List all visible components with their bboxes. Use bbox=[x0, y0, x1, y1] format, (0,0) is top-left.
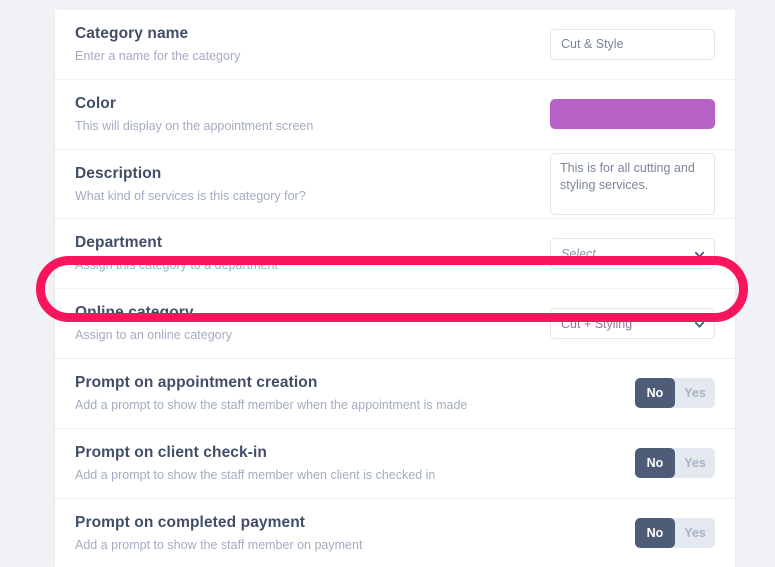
row-online-category-control: Cut + Styling bbox=[550, 308, 715, 340]
category-name-input[interactable] bbox=[550, 28, 715, 60]
row-title: Category name bbox=[75, 25, 189, 42]
row-category-name-control bbox=[550, 28, 715, 60]
row-prompt-client-checkin: Prompt on client check-in Add a prompt t… bbox=[55, 428, 735, 499]
row-subtitle: What kind of services is this category f… bbox=[75, 188, 306, 203]
toggle-option-yes[interactable]: Yes bbox=[675, 378, 715, 409]
row-color-control bbox=[550, 99, 715, 130]
row-title: Prompt on client check-in bbox=[75, 443, 267, 461]
row-subtitle: Enter a name for the category bbox=[75, 48, 241, 63]
prompt-completed-payment-toggle[interactable]: No Yes bbox=[635, 517, 715, 548]
row-title: Description bbox=[75, 164, 162, 182]
row-description-control: This is for all cutting and styling serv… bbox=[550, 152, 715, 215]
toggle-option-yes[interactable]: Yes bbox=[675, 448, 715, 479]
row-title: Department bbox=[75, 234, 163, 252]
row-department: Department Assign this category to a dep… bbox=[55, 219, 735, 290]
row-prompt-completed-payment: Prompt on completed payment Add a prompt… bbox=[55, 498, 735, 567]
row-subtitle: Add a prompt to show the staff member wh… bbox=[75, 467, 436, 482]
row-subtitle: Add a prompt to show the staff member on… bbox=[75, 537, 363, 552]
row-online-category-text: Online category Assign to an online cate… bbox=[75, 289, 232, 358]
row-category-name: Category name Enter a name for the categ… bbox=[55, 10, 735, 80]
toggle-option-no[interactable]: No bbox=[635, 378, 675, 409]
toggle-option-no[interactable]: No bbox=[635, 517, 675, 548]
row-online-category: Online category Assign to an online cate… bbox=[55, 289, 735, 359]
row-prompt-appointment-creation-text: Prompt on appointment creation Add a pro… bbox=[75, 359, 467, 428]
row-subtitle: This will display on the appointment scr… bbox=[75, 118, 314, 133]
description-textarea[interactable]: This is for all cutting and styling serv… bbox=[550, 152, 715, 215]
row-prompt-appointment-creation-control: No Yes bbox=[635, 378, 715, 409]
row-title: Color bbox=[75, 94, 116, 112]
row-title: Prompt on completed payment bbox=[75, 513, 306, 531]
chevron-down-icon bbox=[694, 319, 705, 329]
row-color-text: Color This will display on the appointme… bbox=[75, 80, 313, 149]
row-prompt-appointment-creation: Prompt on appointment creation Add a pro… bbox=[55, 358, 735, 429]
online-category-select-value: Cut + Styling bbox=[561, 316, 633, 331]
row-department-control: Select... bbox=[550, 238, 715, 270]
toggle-option-yes[interactable]: Yes bbox=[675, 517, 715, 548]
row-description: Description What kind of services is thi… bbox=[55, 149, 735, 220]
category-settings-card: Category name Enter a name for the categ… bbox=[55, 10, 735, 567]
row-description-text: Description What kind of services is thi… bbox=[75, 150, 306, 219]
row-prompt-completed-payment-control: No Yes bbox=[635, 517, 715, 548]
row-title: Online category bbox=[75, 304, 194, 322]
toggle-option-no[interactable]: No bbox=[635, 448, 675, 479]
row-subtitle: Assign this category to a department bbox=[75, 258, 278, 273]
online-category-select[interactable]: Cut + Styling bbox=[550, 308, 715, 340]
row-subtitle: Assign to an online category bbox=[75, 328, 233, 343]
color-swatch[interactable] bbox=[550, 99, 715, 130]
row-color: Color This will display on the appointme… bbox=[55, 79, 735, 150]
row-category-name-text: Category name Enter a name for the categ… bbox=[75, 10, 240, 79]
row-department-text: Department Assign this category to a dep… bbox=[75, 219, 278, 288]
department-select[interactable]: Select... bbox=[550, 238, 715, 270]
chevron-down-icon bbox=[694, 249, 705, 259]
prompt-appointment-creation-toggle[interactable]: No Yes bbox=[635, 378, 715, 409]
department-select-value: Select... bbox=[561, 246, 607, 261]
row-prompt-completed-payment-text: Prompt on completed payment Add a prompt… bbox=[75, 499, 362, 567]
row-subtitle: Add a prompt to show the staff member wh… bbox=[75, 397, 468, 412]
row-prompt-client-checkin-text: Prompt on client check-in Add a prompt t… bbox=[75, 429, 435, 498]
row-prompt-client-checkin-control: No Yes bbox=[635, 448, 715, 479]
row-title: Prompt on appointment creation bbox=[75, 373, 318, 391]
prompt-client-checkin-toggle[interactable]: No Yes bbox=[635, 448, 715, 479]
